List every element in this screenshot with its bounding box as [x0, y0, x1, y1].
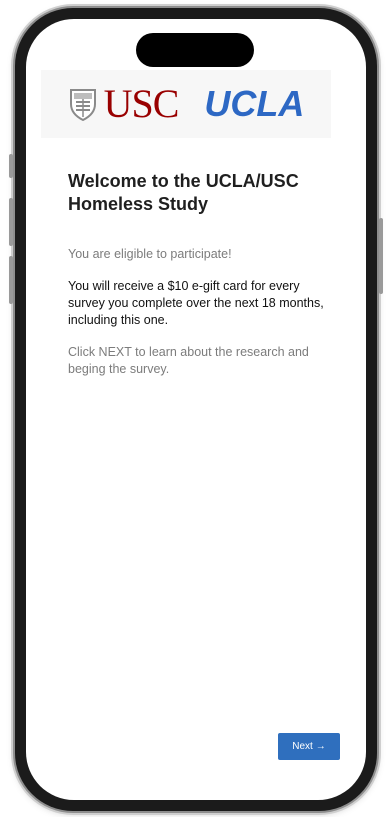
ucla-wordmark: UCLA: [204, 83, 305, 124]
gift-card-text: You will receive a $10 e-gift card for e…: [68, 279, 324, 327]
arrow-right-icon: →: [315, 741, 326, 752]
instructions-text: Click NEXT to learn about the research a…: [68, 345, 309, 376]
logo-header: USC UCLA: [41, 70, 331, 138]
volume-up-button: [9, 198, 13, 246]
usc-wordmark: USC: [103, 81, 180, 126]
next-button-label: Next: [292, 741, 313, 752]
page-title: Welcome to the UCLA/USC Homeless Study: [68, 171, 299, 214]
power-button: [379, 218, 383, 294]
usc-logo: USC: [68, 84, 179, 124]
next-button[interactable]: Next →: [278, 733, 340, 760]
eligibility-text: You are eligible to participate!: [68, 247, 232, 261]
volume-down-button: [9, 256, 13, 304]
welcome-content: Welcome to the UCLA/USC Homeless Study Y…: [68, 170, 336, 393]
action-button: [9, 154, 13, 178]
dynamic-island: [136, 33, 254, 67]
usc-seal-icon: [69, 89, 96, 121]
